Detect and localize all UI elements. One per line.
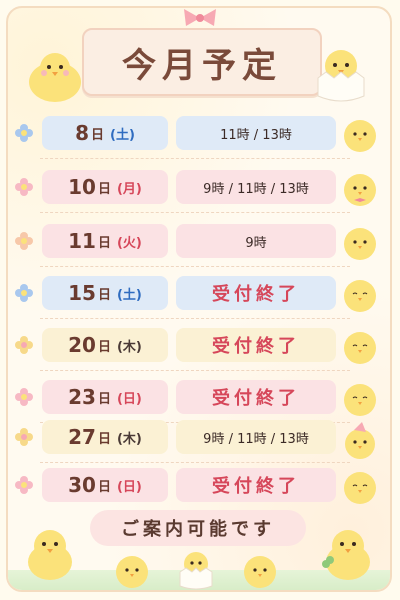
hatching-chick-icon xyxy=(179,552,213,590)
date-suffix: 日 xyxy=(97,391,111,407)
closed-label: 受付終了 xyxy=(176,380,336,414)
hatching-chick-icon xyxy=(317,50,365,102)
divider xyxy=(40,212,350,213)
title-banner: 今月予定 xyxy=(82,28,322,96)
schedule-row: 20 日 (木) 受付終了 xyxy=(14,328,386,362)
date-pill: 30 日 (日) xyxy=(42,468,168,502)
schedule-row: 11 日 (火) 9時 xyxy=(14,224,386,258)
flower-icon xyxy=(15,232,33,250)
date-weekday: (土) xyxy=(110,127,135,143)
schedule-row: 8 日 (土) 11時 / 13時 xyxy=(14,116,386,150)
chick-icon xyxy=(344,472,376,504)
divider xyxy=(40,266,350,267)
divider xyxy=(40,318,350,319)
date-day: 20 xyxy=(68,333,96,357)
date-suffix: 日 xyxy=(97,431,111,447)
divider xyxy=(40,462,350,463)
date-pill: 10 日 (月) xyxy=(42,170,168,204)
closed-label: 受付終了 xyxy=(176,468,336,502)
chick-icon xyxy=(29,53,81,102)
date-suffix: 日 xyxy=(91,127,105,143)
date-pill: 11 日 (火) xyxy=(42,224,168,258)
schedule-row: 23 日 (日) 受付終了 xyxy=(14,380,386,414)
flower-icon xyxy=(15,124,33,142)
date-weekday: (土) xyxy=(116,287,142,303)
date-suffix: 日 xyxy=(97,181,111,197)
waving-chick-icon xyxy=(28,530,72,580)
chick-icon xyxy=(344,174,376,206)
date-day: 8 xyxy=(75,121,89,145)
date-day: 15 xyxy=(68,281,96,305)
date-suffix: 日 xyxy=(97,479,111,495)
date-suffix: 日 xyxy=(97,287,111,303)
date-pill: 15 日 (土) xyxy=(42,276,168,310)
time-slots: 9時 / 11時 / 13時 xyxy=(176,420,336,454)
date-day: 23 xyxy=(68,385,96,409)
date-suffix: 日 xyxy=(97,339,111,355)
date-pill: 20 日 (木) xyxy=(42,328,168,362)
chick-icon xyxy=(116,556,148,588)
flower-icon xyxy=(15,476,33,494)
date-weekday: (木) xyxy=(116,339,142,355)
ribbon-icon xyxy=(184,9,216,26)
chick-icon xyxy=(244,556,276,588)
chick-icon xyxy=(344,332,376,364)
schedule-row: 30 日 (日) 受付終了 xyxy=(14,468,386,502)
flower-icon xyxy=(15,336,33,354)
chick-icon xyxy=(344,384,376,416)
date-pill: 27 日 (木) xyxy=(42,420,168,454)
divider xyxy=(40,158,350,159)
date-day: 30 xyxy=(68,473,96,497)
chick-with-clover-icon xyxy=(322,530,370,580)
date-day: 10 xyxy=(68,175,96,199)
schedule-row: 15 日 (土) 受付終了 xyxy=(14,276,386,310)
date-weekday: (木) xyxy=(116,431,142,447)
time-slots: 9時 / 11時 / 13時 xyxy=(176,170,336,204)
flower-icon xyxy=(15,284,33,302)
footer-banner: ご案内可能です xyxy=(90,510,306,546)
closed-label: 受付終了 xyxy=(176,276,336,310)
schedule-row: 27 日 (木) 9時 / 11時 / 13時 xyxy=(14,420,386,454)
party-chick-icon xyxy=(345,422,375,459)
chick-icon xyxy=(344,120,376,152)
closed-label: 受付終了 xyxy=(176,328,336,362)
flower-icon xyxy=(15,428,33,446)
flower-icon xyxy=(15,388,33,406)
date-pill: 8 日 (土) xyxy=(42,116,168,150)
page-title: 今月予定 xyxy=(122,45,282,86)
date-weekday: (火) xyxy=(116,235,142,251)
date-suffix: 日 xyxy=(97,235,111,251)
flower-icon xyxy=(15,178,33,196)
time-slots: 11時 / 13時 xyxy=(176,116,336,150)
time-slots: 9時 xyxy=(176,224,336,258)
divider xyxy=(40,370,350,371)
schedule-row: 10 日 (月) 9時 / 11時 / 13時 xyxy=(14,170,386,204)
chick-icon xyxy=(344,280,376,312)
date-pill: 23 日 (日) xyxy=(42,380,168,414)
date-weekday: (日) xyxy=(116,479,142,495)
chick-icon xyxy=(344,228,376,260)
date-day: 11 xyxy=(68,229,96,253)
date-weekday: (日) xyxy=(116,391,142,407)
date-weekday: (月) xyxy=(116,181,142,197)
date-day: 27 xyxy=(68,425,96,449)
